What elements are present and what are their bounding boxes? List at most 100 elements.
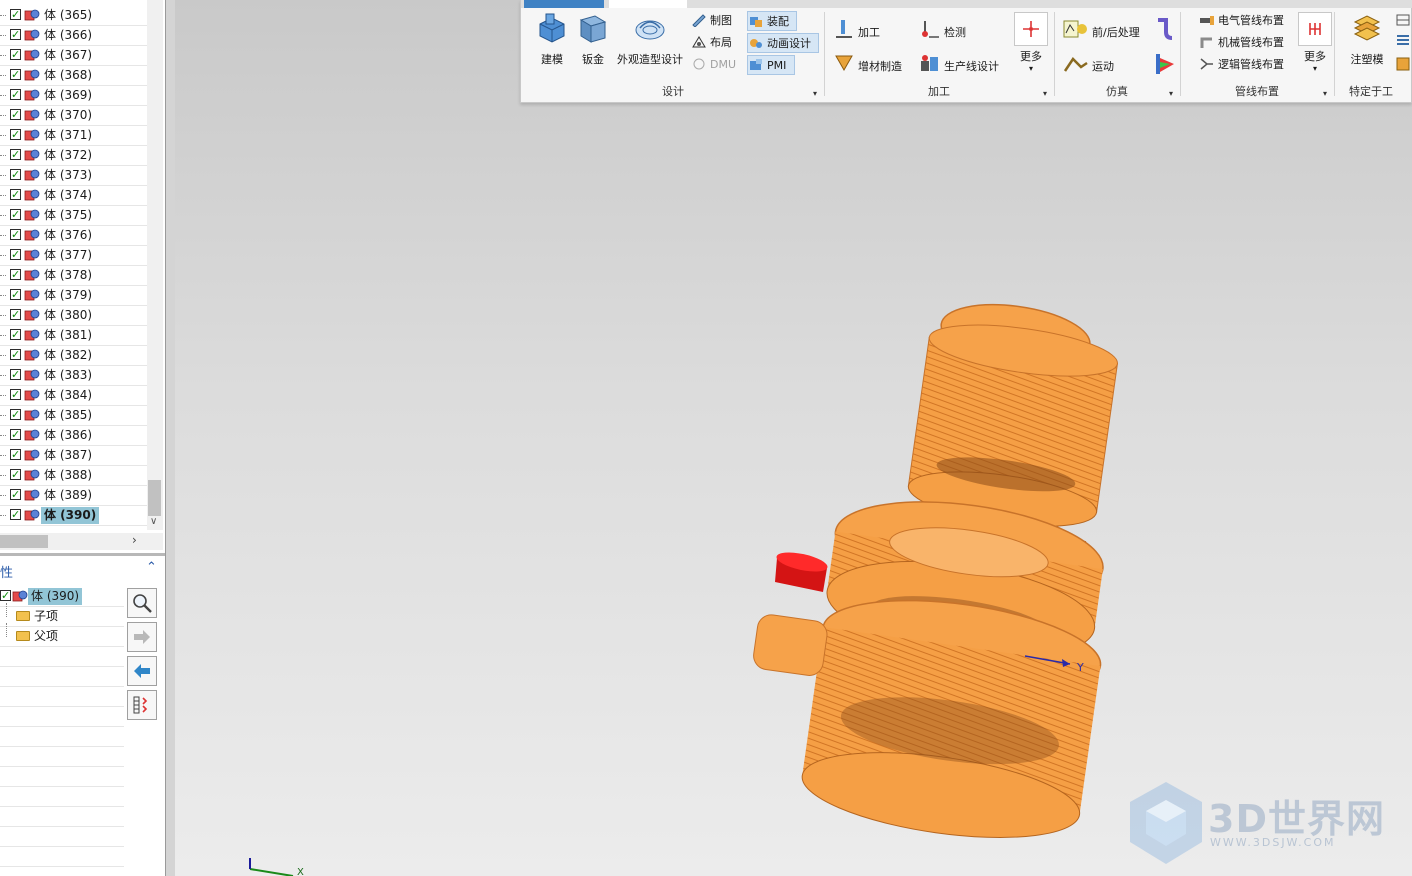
tab-file[interactable]	[524, 0, 604, 8]
machining-button[interactable]: 加工	[833, 19, 880, 39]
tree-node[interactable]: ✓ 体 (369)	[0, 86, 147, 106]
line-design-button[interactable]: 生产线设计	[919, 53, 999, 73]
flow-icon[interactable]	[1154, 18, 1176, 42]
visibility-checkbox[interactable]: ✓	[10, 29, 21, 40]
visibility-checkbox[interactable]: ✓	[10, 209, 21, 220]
tree-node[interactable]: ✓ 体 (373)	[0, 166, 147, 186]
scroll-down-icon[interactable]: ∨	[150, 516, 157, 527]
sort-options-button[interactable]	[127, 690, 157, 720]
visibility-checkbox[interactable]: ✓	[10, 249, 21, 260]
tree-node[interactable]: ✓ 体 (383)	[0, 366, 147, 386]
upper-housing[interactable]	[905, 295, 1123, 536]
visibility-checkbox[interactable]: ✓	[10, 429, 21, 440]
visibility-checkbox[interactable]: ✓	[10, 169, 21, 180]
scrollbar-thumb[interactable]	[148, 480, 161, 516]
visibility-checkbox[interactable]: ✓	[10, 489, 21, 500]
tree-node[interactable]: ✓ 体 (368)	[0, 66, 147, 86]
tree-node[interactable]: ✓ 体 (365)	[0, 6, 147, 26]
tree-node[interactable]: ✓ 体 (377)	[0, 246, 147, 266]
collapse-panel-icon[interactable]: ⌃	[146, 560, 157, 575]
visibility-checkbox[interactable]: ✓	[10, 349, 21, 360]
routing-more-button[interactable]: 更多 ▾	[1297, 12, 1333, 73]
injection-mold-button[interactable]: 注塑模	[1347, 12, 1387, 67]
visibility-checkbox[interactable]: ✓	[10, 89, 21, 100]
visibility-checkbox[interactable]: ✓	[10, 389, 21, 400]
tree-node[interactable]: ✓ 体 (384)	[0, 386, 147, 406]
visibility-checkbox[interactable]: ✓	[10, 469, 21, 480]
logical-routing-button[interactable]: 逻辑管线布置	[1199, 55, 1284, 75]
mechanical-routing-button[interactable]: 机械管线布置	[1199, 33, 1284, 53]
shape-design-button[interactable]: 外观造型设计	[615, 12, 685, 67]
modeling-button[interactable]: 建模	[531, 12, 573, 67]
expand-group-icon[interactable]: ▾	[1043, 89, 1047, 98]
tree-node[interactable]: ✓ 体 (381)	[0, 326, 147, 346]
selected-body-highlight[interactable]	[775, 549, 829, 592]
toolbar-icon[interactable]	[1395, 32, 1411, 48]
visibility-checkbox[interactable]: ✓	[10, 109, 21, 120]
tree-node[interactable]: ✓ 体 (382)	[0, 346, 147, 366]
visibility-checkbox[interactable]: ✓	[10, 49, 21, 60]
visibility-checkbox[interactable]: ✓	[10, 189, 21, 200]
tree-node[interactable]: ✓ 体 (380)	[0, 306, 147, 326]
scroll-right-icon[interactable]: ›	[132, 533, 137, 547]
visibility-checkbox[interactable]: ✓	[10, 229, 21, 240]
tree-horizontal-scrollbar[interactable]: ›	[0, 533, 163, 550]
additive-button[interactable]: 增材制造	[833, 53, 902, 73]
tree-node[interactable]: ✓ 体 (379)	[0, 286, 147, 306]
visibility-checkbox[interactable]: ✓	[10, 509, 21, 520]
sheetmetal-button[interactable]: 钣金	[573, 12, 613, 67]
graphics-viewport[interactable]: Y X	[175, 0, 1412, 876]
tree-node[interactable]: ✓ 体 (390)	[0, 506, 147, 526]
tree-node[interactable]: ✓ 体 (378)	[0, 266, 147, 286]
tree-node[interactable]: ✓ 体 (366)	[0, 26, 147, 46]
expand-group-icon[interactable]: ▾	[1169, 89, 1173, 98]
dmu-button[interactable]: DMU	[691, 55, 736, 75]
forward-button[interactable]	[127, 622, 157, 652]
toolbar-icon[interactable]	[1395, 12, 1411, 28]
visibility-checkbox[interactable]: ✓	[10, 289, 21, 300]
children-node[interactable]: 子项	[0, 603, 124, 627]
tree-node[interactable]: ✓ 体 (376)	[0, 226, 147, 246]
layout-button[interactable]: 布局	[691, 33, 732, 53]
pre-post-button[interactable]: 前/后处理	[1063, 19, 1140, 39]
electrical-routing-button[interactable]: 电气管线布置	[1199, 11, 1284, 31]
tree-vertical-scrollbar[interactable]: ∨	[147, 0, 163, 530]
visibility-checkbox[interactable]: ✓	[10, 129, 21, 140]
assembly-button[interactable]: 装配	[747, 11, 797, 31]
visibility-checkbox[interactable]: ✓	[10, 369, 21, 380]
gradient-plot-icon[interactable]	[1154, 52, 1176, 76]
parents-node[interactable]: 父项	[0, 623, 124, 647]
pmi-button[interactable]: PMI	[747, 55, 795, 75]
tree-node[interactable]: ✓ 体 (372)	[0, 146, 147, 166]
dependency-node[interactable]: ✓ 体 (390)	[0, 587, 124, 607]
assembly-model[interactable]: Y	[715, 290, 1135, 850]
visibility-checkbox[interactable]: ✓	[0, 590, 11, 601]
expand-group-icon[interactable]: ▾	[813, 89, 817, 98]
expand-group-icon[interactable]: ▾	[1323, 89, 1327, 98]
zoom-button[interactable]	[127, 588, 157, 618]
back-button[interactable]	[127, 656, 157, 686]
tree-node[interactable]: ✓ 体 (375)	[0, 206, 147, 226]
tree-node[interactable]: ✓ 体 (389)	[0, 486, 147, 506]
tree-node[interactable]: ✓ 体 (374)	[0, 186, 147, 206]
visibility-checkbox[interactable]: ✓	[10, 329, 21, 340]
visibility-checkbox[interactable]: ✓	[10, 409, 21, 420]
tree-node[interactable]: ✓ 体 (371)	[0, 126, 147, 146]
motion-button[interactable]: 运动	[1063, 53, 1114, 73]
drawing-button[interactable]: 制图	[691, 11, 732, 31]
tree-node[interactable]: ✓ 体 (370)	[0, 106, 147, 126]
visibility-checkbox[interactable]: ✓	[10, 269, 21, 280]
visibility-checkbox[interactable]: ✓	[10, 309, 21, 320]
visibility-checkbox[interactable]: ✓	[10, 69, 21, 80]
tab-applications[interactable]	[609, 0, 687, 8]
inspection-button[interactable]: 检测	[919, 19, 966, 39]
visibility-checkbox[interactable]: ✓	[10, 149, 21, 160]
machining-more-button[interactable]: 更多 ▾	[1013, 12, 1049, 73]
toolbar-icon[interactable]	[1395, 56, 1411, 72]
tree-node[interactable]: ✓ 体 (387)	[0, 446, 147, 466]
tree-node[interactable]: ✓ 体 (386)	[0, 426, 147, 446]
visibility-checkbox[interactable]: ✓	[10, 9, 21, 20]
panel-splitter[interactable]	[0, 553, 165, 556]
motion-design-button[interactable]: 动画设计	[747, 33, 819, 53]
tree-node[interactable]: ✓ 体 (388)	[0, 466, 147, 486]
